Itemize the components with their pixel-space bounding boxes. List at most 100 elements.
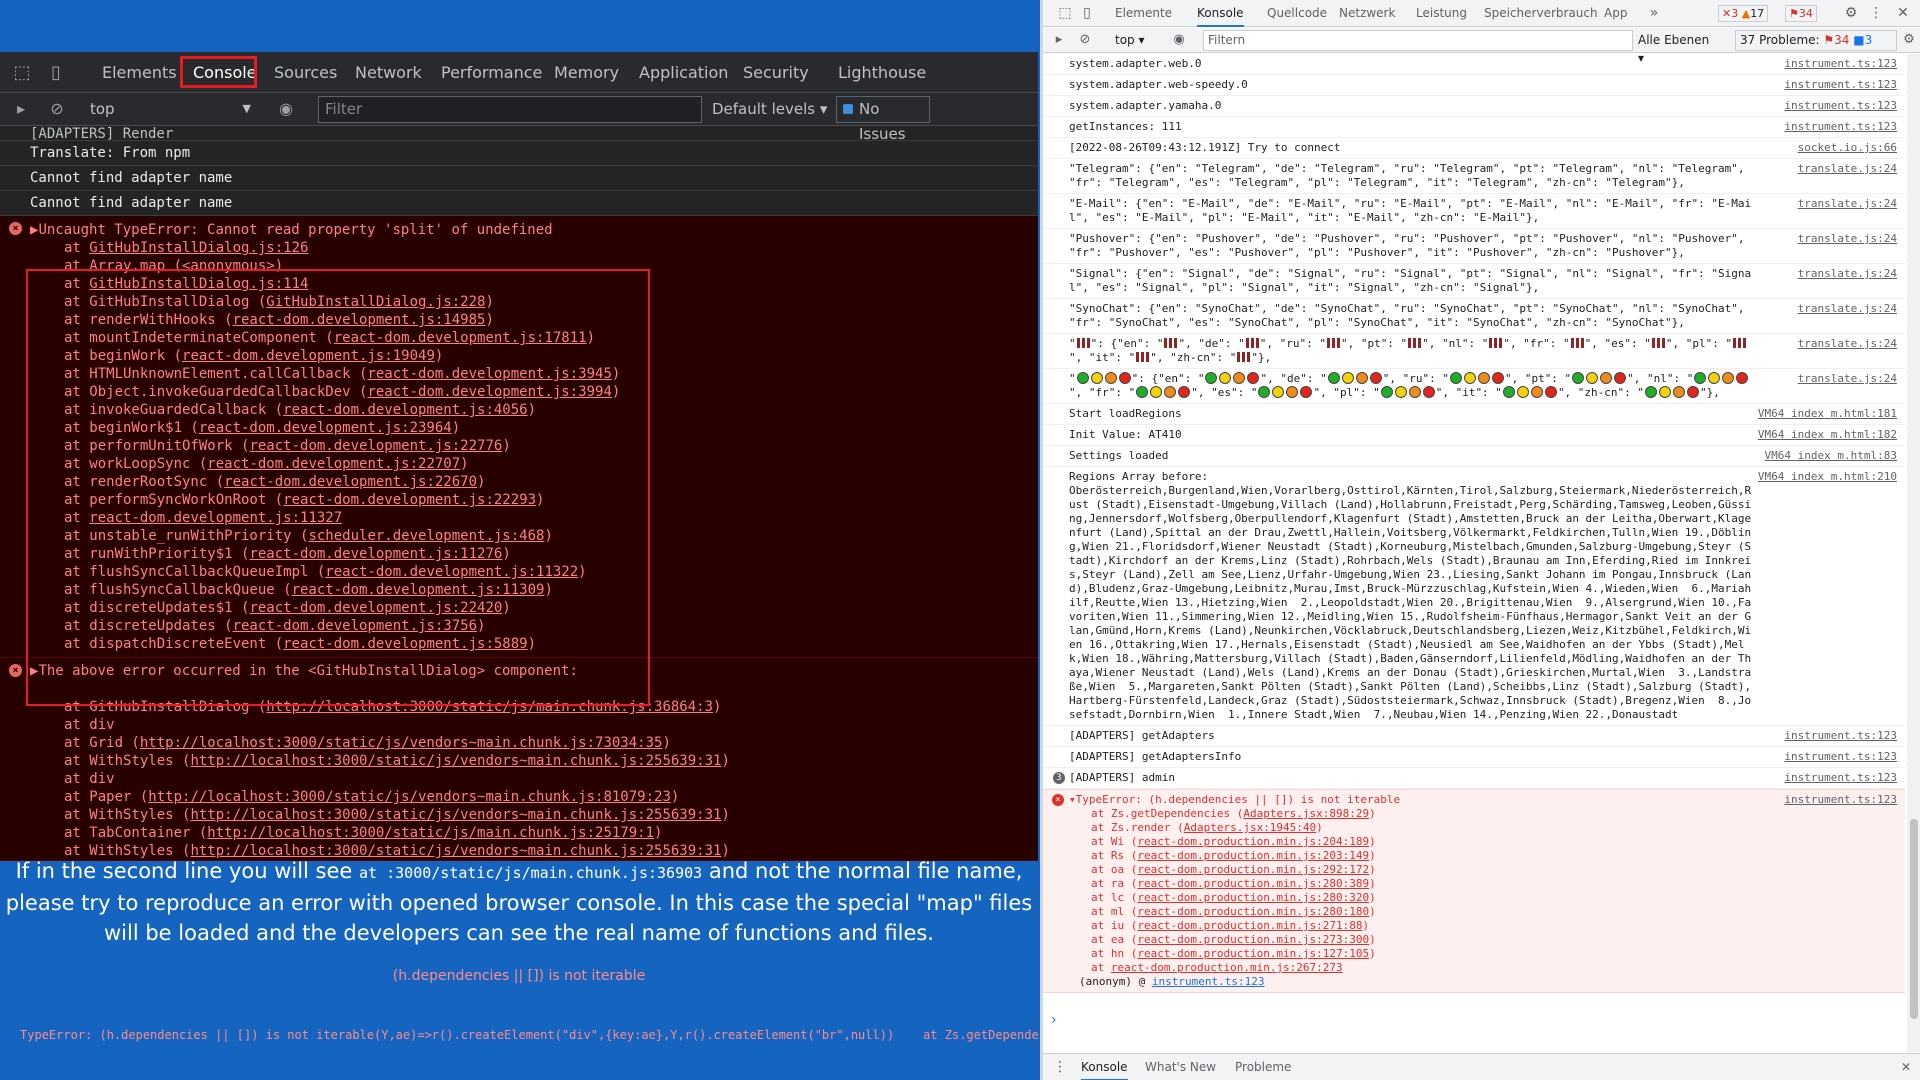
drawer-tab-konsole[interactable]: Konsole <box>1081 1054 1128 1080</box>
source-link[interactable]: instrument.ts:123 <box>1784 78 1897 92</box>
stack-frame-link[interactable]: GitHubInstallDialog.js:114 <box>89 276 308 292</box>
tab-leistung[interactable]: Leistung <box>1416 0 1467 27</box>
source-link[interactable]: translate.js:24 <box>1798 232 1897 246</box>
stack-frame-link[interactable]: react-dom.production.min.js:271:88 <box>1137 919 1362 932</box>
stack-frame-link[interactable]: react-dom.development.js:22420 <box>249 600 502 616</box>
inspect-element-icon[interactable]: ⬚ <box>1057 5 1073 21</box>
device-toolbar-icon[interactable]: ▯ <box>44 61 68 85</box>
settings-gear-icon[interactable]: ⚙ <box>1843 5 1859 21</box>
stack-frame-link[interactable]: react-dom.production.min.js:280:389 <box>1137 877 1369 890</box>
stack-frame-link[interactable]: react-dom.production.min.js:267:273 <box>1111 961 1343 974</box>
stack-frame-link[interactable]: http://localhost:3000/static/js/main.chu… <box>266 699 713 715</box>
clear-console-icon[interactable]: ⊘ <box>46 98 68 120</box>
tab-quellcode[interactable]: Quellcode <box>1267 0 1327 27</box>
drawer-menu-icon[interactable]: ⋮ <box>1053 1054 1067 1080</box>
stack-frame-link[interactable]: http://localhost:3000/static/js/vendors~… <box>148 789 671 805</box>
stack-frame-link[interactable]: react-dom.development.js:23964 <box>199 420 452 436</box>
source-link[interactable]: instrument.ts:123 <box>1784 771 1897 785</box>
more-tabs-icon[interactable]: » <box>1646 5 1662 21</box>
source-link[interactable]: translate.js:24 <box>1798 302 1897 316</box>
source-link[interactable]: instrument.ts:123 <box>1784 120 1897 134</box>
stack-frame-link[interactable]: react-dom.production.min.js:204:189 <box>1137 835 1369 848</box>
tab-network[interactable]: Network <box>355 52 422 93</box>
source-link[interactable]: instrument.ts:123 <box>1784 99 1897 113</box>
error-entry-component[interactable]: × ▶The above error occurred in the <GitH… <box>0 658 1038 861</box>
stack-frame-link[interactable]: react-dom.production.min.js:203:149 <box>1137 849 1369 862</box>
drawer-tab-probleme[interactable]: Probleme <box>1235 1054 1291 1080</box>
sidebar-toggle-icon[interactable]: ▸ <box>1051 32 1067 48</box>
stack-frame-link[interactable]: react-dom.development.js:11309 <box>292 582 545 598</box>
context-select[interactable]: top ▼ <box>90 97 255 121</box>
tab-netzwerk[interactable]: Netzwerk <box>1339 0 1395 27</box>
issues-button[interactable]: No Issues <box>836 96 930 143</box>
source-link[interactable]: VM64 index m.html:181 <box>1758 407 1897 421</box>
eye-icon[interactable]: ◉ <box>1171 32 1187 48</box>
source-link[interactable]: translate.js:24 <box>1798 372 1897 386</box>
stack-frame-link[interactable]: Adapters.jsx:898:29 <box>1243 807 1369 820</box>
stack-frame-link[interactable]: react-dom.production.min.js:280:320 <box>1137 891 1369 904</box>
tab-app[interactable]: App <box>1604 0 1627 27</box>
stack-frame-link[interactable]: react-dom.development.js:11322 <box>325 564 578 580</box>
stack-frame-link[interactable]: react-dom.production.min.js:292:172 <box>1137 863 1369 876</box>
stack-frame-link[interactable]: react-dom.development.js:22776 <box>249 438 502 454</box>
tab-sources[interactable]: Sources <box>274 52 337 93</box>
source-link[interactable]: translate.js:24 <box>1798 197 1897 211</box>
issues-badge[interactable]: ⚑34 <box>1785 5 1817 22</box>
levels-dropdown[interactable]: Alle Ebenen ▾ <box>1638 31 1718 65</box>
stack-frame-link[interactable]: react-dom.development.js:17811 <box>334 330 587 346</box>
filter-input[interactable]: Filter <box>318 96 702 123</box>
problems-button[interactable]: 37 Probleme: ⚑34 ■3 <box>1735 30 1897 51</box>
close-drawer-icon[interactable]: ✕ <box>1901 1054 1911 1080</box>
source-link[interactable]: socket.io.js:66 <box>1798 141 1897 155</box>
source-link[interactable]: VM64 index m.html:182 <box>1758 428 1897 442</box>
source-link[interactable]: VM64 index m.html:210 <box>1758 470 1897 484</box>
anonymous-link[interactable]: instrument.ts:123 <box>1152 975 1265 988</box>
stack-frame-link[interactable]: react-dom.development.js:22670 <box>224 474 477 490</box>
tab-security[interactable]: Security <box>743 52 809 93</box>
stack-frame-link[interactable]: react-dom.development.js:19049 <box>182 348 435 364</box>
clear-console-icon[interactable]: ⊘ <box>1077 32 1093 48</box>
stack-frame-link[interactable]: react-dom.production.min.js:273:300 <box>1137 933 1369 946</box>
source-link[interactable]: VM64 index m.html:83 <box>1765 449 1897 463</box>
source-link[interactable]: instrument.ts:123 <box>1784 750 1897 764</box>
stack-frame-link[interactable]: GitHubInstallDialog.js:126 <box>89 240 308 256</box>
context-select[interactable]: top ▾ <box>1115 31 1165 49</box>
tab-memory[interactable]: Memory <box>554 52 619 93</box>
sidebar-toggle-icon[interactable]: ▸ <box>10 98 32 120</box>
stack-frame-link[interactable]: react-dom.development.js:3756 <box>233 618 477 634</box>
console-prompt-icon[interactable]: › <box>1051 1012 1057 1028</box>
stack-frame-link[interactable]: http://localhost:3000/static/js/vendors~… <box>190 753 721 769</box>
close-icon[interactable]: ✕ <box>1895 5 1911 21</box>
stack-frame-link[interactable]: react-dom.development.js:3994 <box>367 384 611 400</box>
stack-frame-link[interactable]: GitHubInstallDialog.js:228 <box>266 294 485 310</box>
stack-frame-link[interactable]: react-dom.development.js:11276 <box>249 546 502 562</box>
tab-speicherverbrauch[interactable]: Speicherverbrauch <box>1484 0 1598 27</box>
console-settings-icon[interactable]: ⚙ <box>1901 32 1917 48</box>
tab-elemente[interactable]: Elemente <box>1115 0 1172 27</box>
device-toolbar-icon[interactable]: ▯ <box>1079 5 1095 21</box>
levels-dropdown[interactable]: Default levels ▾ <box>712 97 832 122</box>
drawer-tab-whats-new[interactable]: What's New <box>1145 1054 1216 1080</box>
source-link[interactable]: translate.js:24 <box>1798 267 1897 281</box>
filter-input[interactable]: Filtern <box>1203 30 1633 51</box>
stack-frame-link[interactable]: react-dom.development.js:22293 <box>283 492 536 508</box>
stack-frame-link[interactable]: react-dom.production.min.js:127:105 <box>1137 947 1369 960</box>
scrollbar-thumb[interactable] <box>1910 819 1918 1019</box>
source-link[interactable]: translate.js:24 <box>1798 162 1897 176</box>
more-options-icon[interactable]: ⋮ <box>1868 5 1884 21</box>
tab-lighthouse[interactable]: Lighthouse <box>838 52 926 93</box>
stack-frame-link[interactable]: react-dom.development.js:11327 <box>89 510 342 526</box>
inspect-element-icon[interactable]: ⬚ <box>10 61 34 85</box>
source-link[interactable]: instrument.ts:123 <box>1784 793 1897 807</box>
stack-frame-link[interactable]: http://localhost:3000/static/js/vendors~… <box>140 735 663 751</box>
stack-frame-link[interactable]: http://localhost:3000/static/js/main.chu… <box>207 825 654 841</box>
error-entry-split[interactable]: × ▶Uncaught TypeError: Cannot read prope… <box>0 216 1038 658</box>
tab-performance[interactable]: Performance <box>441 52 542 93</box>
error-entry-dependencies[interactable]: × ▾TypeError: (h.dependencies || []) is … <box>1043 789 1905 993</box>
stack-frame-link[interactable]: react-dom.development.js:14985 <box>233 312 486 328</box>
stack-frame-link[interactable]: react-dom.development.js:3945 <box>367 366 611 382</box>
source-link[interactable]: instrument.ts:123 <box>1784 729 1897 743</box>
source-link[interactable]: translate.js:24 <box>1798 337 1897 351</box>
eye-icon[interactable]: ◉ <box>275 98 297 120</box>
console-scrollbar[interactable] <box>1907 54 1920 1052</box>
